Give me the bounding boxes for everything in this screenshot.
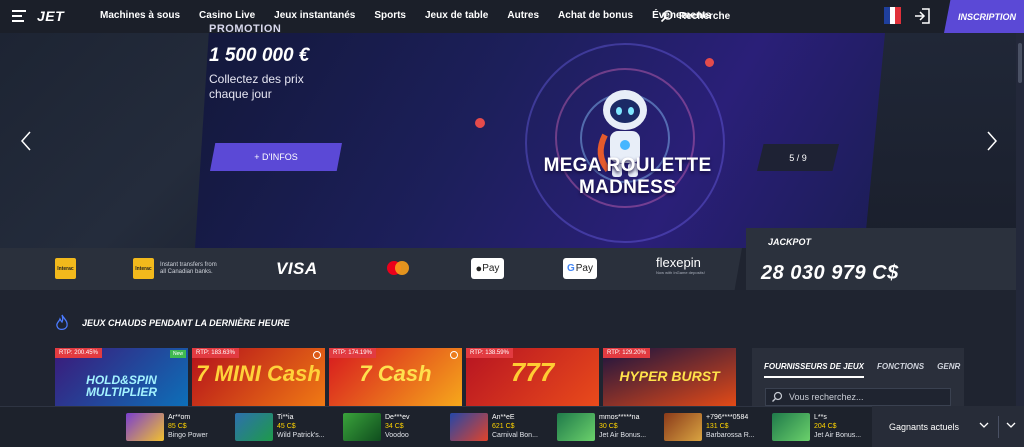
promo-amount: 1 500 000 € [209,45,310,66]
interac-note: Instant transfers from all Canadian bank… [160,261,217,275]
winner-game-thumb [126,413,164,441]
slide-counter: 5 / 9 [757,144,839,171]
search-label: Recherche [679,10,731,22]
nav-live-casino[interactable]: Casino Live [199,10,255,21]
chevron-down-icon[interactable] [979,421,989,429]
language-flag-icon[interactable] [884,7,902,24]
more-info-button[interactable]: + D'INFOS [210,143,342,171]
promo-description: Collectez des prix chaque jour [209,72,304,101]
game-title: 7 Cash [359,361,432,386]
top-header: JET Machines à sous Casino Live Jeux ins… [0,0,1024,33]
search-icon [660,10,673,23]
winner-item[interactable]: +796****0584 131 C$ Barbarossa R... [664,413,755,441]
nav-other[interactable]: Autres [507,10,539,21]
game-card[interactable]: RTP: 129.20% HYPER BURST [603,348,736,406]
winner-game-thumb [343,413,381,441]
tab-features[interactable]: FONCTIONS [877,362,924,378]
current-winners-label: Gagnants actuels [889,422,960,432]
game-title: HOLD&SPIN MULTIPLIER [85,373,158,399]
apple-icon: ● [475,262,483,275]
mastercard-icon [385,260,411,276]
winner-item[interactable]: L**s 204 C$ Jet Air Bonus... [772,413,861,441]
google-icon: G [566,263,575,274]
search-icon [772,391,783,402]
winner-game-thumb [235,413,273,441]
nav-bonus-buy[interactable]: Achat de bonus [558,10,633,21]
provider-badge-icon [450,351,458,359]
nav-instant-games[interactable]: Jeux instantanés [274,10,355,21]
payment-methods-strip: Interac Interac Instant transfers from a… [0,248,742,290]
game-title: HYPER BURST [619,368,720,384]
winner-game-thumb [450,413,488,441]
prev-slide-icon[interactable] [20,130,32,152]
interac-transfer-logo: Interac Instant transfers from all Canad… [133,258,220,279]
winner-item[interactable]: De***ev 34 C$ Voodoo [343,413,410,441]
jackpot-value: 28 030 979 C$ [761,262,899,284]
promo-banner [0,33,1024,248]
jackpot-label: JACKPOT [768,237,812,247]
winner-game-thumb [772,413,810,441]
current-winners-selector[interactable]: Gagnants actuels [872,406,1024,447]
rtp-badge: RTP: 183.63% [192,348,239,358]
flexepin-logo: flexepin Now with InGame deposits! [656,255,705,275]
game-card[interactable]: RTP: 174.19% 7 Cash [329,348,462,406]
nav-table-games[interactable]: Jeux de table [425,10,488,21]
rtp-badge: RTP: 200.45% [55,348,102,358]
winner-game-thumb [557,413,595,441]
collapse-chevron-icon[interactable] [1006,421,1016,429]
game-card[interactable]: RTP: 200.45% New HOLD&SPIN MULTIPLIER [55,348,188,406]
hot-games-title: JEUX CHAUDS PENDANT LA DERNIÈRE HEURE [82,318,290,328]
winner-game-thumb [664,413,702,441]
game-title: 7 MINI Cash [196,361,321,386]
winner-item[interactable]: Ti**ia 45 C$ Wild Patrick's... [235,413,325,441]
winner-item[interactable]: Ar**om 85 C$ Bingo Power [126,413,208,441]
rtp-badge: RTP: 174.19% [329,348,376,358]
provider-badge-icon [313,351,321,359]
logo[interactable]: JET [37,8,64,24]
winners-ticker: Ar**om 85 C$ Bingo Power Ti**ia 45 C$ Wild P… [0,406,1024,447]
rtp-badge: RTP: 138.59% [466,348,513,358]
signup-button[interactable]: INSCRIPTION [944,0,1024,33]
main-nav: Machines à sous Casino Live Jeux instant… [100,10,730,21]
google-pay-logo: G Pay [563,258,597,279]
search-button[interactable]: Recherche [660,9,730,23]
next-slide-icon[interactable] [986,130,998,152]
provider-search-placeholder: Vous recherchez... [789,392,864,402]
winner-item[interactable]: mmos*****na 30 C$ Jet Air Bonus... [557,413,646,441]
game-card[interactable]: RTP: 138.59% 777 [466,348,599,406]
login-icon[interactable] [913,7,931,25]
game-title: 777 [510,357,555,387]
page-scrollbar[interactable] [1016,33,1024,406]
visa-logo: VISA [276,259,318,278]
new-badge: New [169,350,186,358]
providers-panel: FOURNISSEURS DE JEUX FONCTIONS GENR Vous… [752,348,964,406]
winner-item[interactable]: An**eE 621 C$ Carnival Bon... [450,413,538,441]
rtp-badge: RTP: 129.20% [603,348,650,358]
apple-pay-logo: ● Pay [471,258,504,279]
tab-genres[interactable]: GENR [937,362,960,378]
tab-providers[interactable]: FOURNISSEURS DE JEUX [764,362,865,378]
promo-label: PROMOTION [209,23,282,35]
game-card[interactable]: RTP: 183.63% 7 MINI Cash [192,348,325,406]
banner-game-title: MEGA ROULETTE MADNESS [543,155,712,198]
banner-side-right [870,33,1024,248]
fire-icon [56,314,68,331]
nav-slots[interactable]: Machines à sous [100,10,180,21]
interac-logo: Interac [55,258,76,279]
provider-search-input[interactable]: Vous recherchez... [765,388,951,406]
nav-sports[interactable]: Sports [374,10,406,21]
menu-icon[interactable] [12,10,26,23]
